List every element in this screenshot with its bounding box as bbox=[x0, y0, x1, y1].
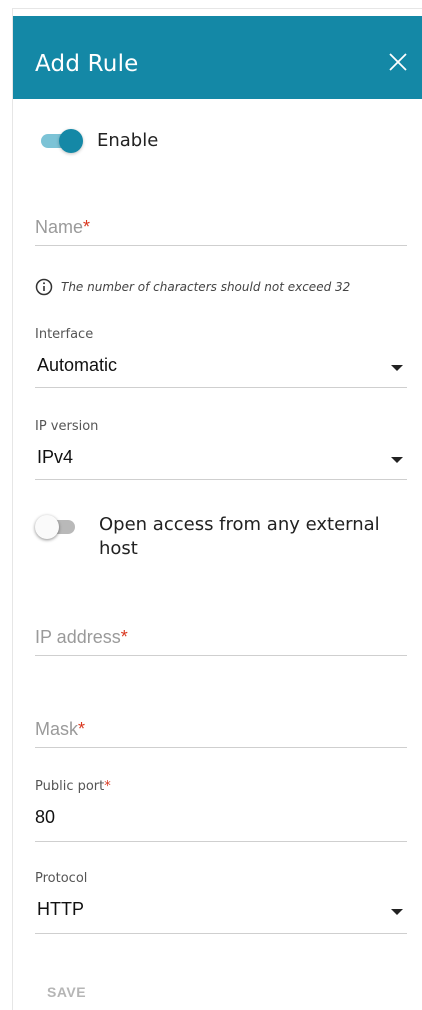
open-access-label-line1: Open access from any external bbox=[99, 514, 380, 535]
ip-address-placeholder: IP address* bbox=[35, 627, 128, 647]
chevron-down-icon bbox=[391, 457, 403, 463]
field-underline bbox=[35, 747, 407, 748]
field-underline bbox=[35, 245, 407, 246]
mask-field[interactable]: Mask* bbox=[35, 711, 407, 749]
panel-title: Add Rule bbox=[35, 51, 139, 77]
hint-text: The number of characters should not exce… bbox=[61, 280, 351, 294]
panel-header: Add Rule bbox=[13, 16, 422, 99]
open-access-label: Open access from any external host bbox=[99, 513, 409, 561]
add-rule-panel: Add Rule Enable Name* The number of char… bbox=[12, 8, 422, 1010]
info-icon bbox=[35, 278, 53, 296]
enable-label: Enable bbox=[97, 130, 159, 151]
chevron-down-icon bbox=[391, 909, 403, 915]
mask-placeholder: Mask* bbox=[35, 719, 86, 739]
open-access-label-line2: host bbox=[99, 538, 138, 559]
field-underline bbox=[35, 655, 407, 656]
field-underline bbox=[35, 841, 407, 842]
public-port-field[interactable]: Public port* 80 bbox=[35, 779, 407, 843]
enable-toggle[interactable] bbox=[39, 129, 83, 153]
protocol-label: Protocol bbox=[35, 871, 88, 886]
name-hint: The number of characters should not exce… bbox=[35, 277, 350, 297]
public-port-label: Public port* bbox=[35, 779, 111, 794]
field-underline bbox=[35, 387, 407, 388]
name-placeholder: Name* bbox=[35, 217, 91, 237]
save-button[interactable]: SAVE bbox=[47, 984, 86, 1000]
ip-version-select[interactable]: IP version IPv4 bbox=[35, 419, 407, 481]
field-underline bbox=[35, 479, 407, 480]
ip-version-value: IPv4 bbox=[37, 447, 74, 467]
interface-value: Automatic bbox=[37, 355, 118, 375]
toggle-knob bbox=[35, 515, 59, 539]
field-underline bbox=[35, 933, 407, 934]
ip-version-label: IP version bbox=[35, 419, 99, 434]
protocol-value: HTTP bbox=[37, 899, 84, 919]
close-icon[interactable] bbox=[385, 49, 411, 75]
chevron-down-icon bbox=[391, 365, 403, 371]
interface-label: Interface bbox=[35, 327, 94, 342]
open-access-toggle[interactable] bbox=[35, 515, 79, 539]
protocol-select[interactable]: Protocol HTTP bbox=[35, 871, 407, 935]
interface-select[interactable]: Interface Automatic bbox=[35, 327, 407, 389]
toggle-knob bbox=[59, 129, 83, 153]
public-port-value: 80 bbox=[35, 807, 56, 827]
name-field[interactable]: Name* bbox=[35, 209, 407, 247]
ip-address-field[interactable]: IP address* bbox=[35, 619, 407, 657]
